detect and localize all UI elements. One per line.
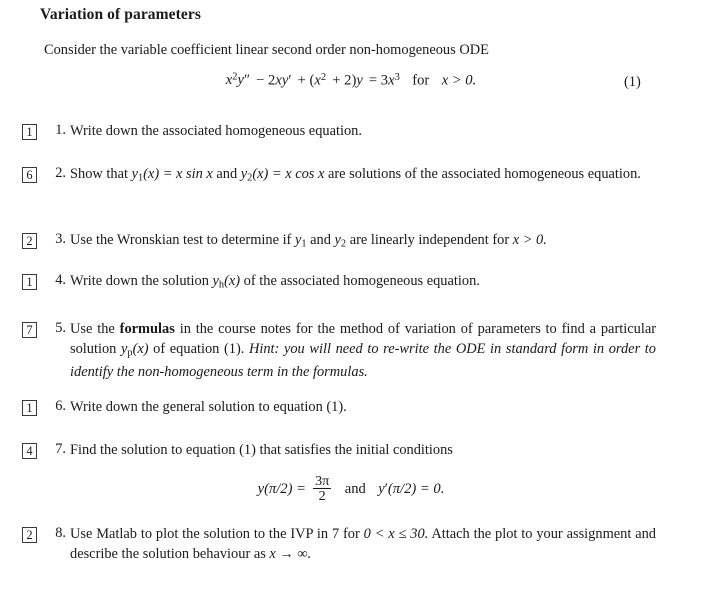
item5-bold-formulas: formulas [119,321,175,337]
item2-part-b: and [212,166,241,182]
item-number-1: 1. [55,122,66,138]
item5-yp: yp(x) [121,340,149,359]
item-text-6: Write down the general solution to equat… [70,399,347,415]
item-number-3: 3. [55,231,66,247]
item4-part-a: Write down the solution [70,273,213,289]
item3-part-c: are linearly independent for [346,232,513,248]
item8-range: 0 < x ≤ 30. [363,526,429,542]
item-text-8: Use Matlab to plot the solution to the I… [70,525,656,564]
equation-term-y: y [356,72,363,89]
marks-box-1: 1 [22,124,37,140]
item3-y1: y1 [294,232,307,250]
equation-term-xy: xy [275,72,289,89]
item3-part-a: Use the Wronskian test to determine if [70,232,295,248]
equation-lhs: x2y″ [225,72,251,89]
main-equation: x2y″ − 2xy′ + (x2 + 2)y = 3x3 for x > 0. [0,72,702,89]
item2-part-c: are solutions of the associated homogene… [324,166,641,182]
item8-part-a: Use Matlab to plot the solution to the I… [70,526,364,542]
item-text-3: Use the Wronskian test to determine if y… [70,231,656,254]
ic-frac-denominator: 2 [318,488,326,505]
item5-hint-label: Hint: [248,340,280,357]
item3-part-b: and [306,232,335,248]
marks-box-2: 6 [22,167,37,183]
item4-yh: yh(x) [212,273,241,291]
document-page: Variation of parameters Consider the var… [0,0,702,594]
equation-op-3: + 2) [332,72,357,89]
equation-op-2: + ( [297,72,315,89]
item-text-4: Write down the solution yh(x) of the ass… [70,272,656,295]
item-number-6: 6. [55,398,66,414]
problem-item-8: 2 8. Use Matlab to plot the solution to … [22,525,656,564]
item-text-2: Show that y1(x) = x sin x and y2(x) = x … [70,165,656,188]
problem-item-3: 2 3. Use the Wronskian test to determine… [22,231,656,254]
item8-limit: x → ∞. [269,545,312,562]
marks-box-7: 4 [22,443,37,459]
intro-paragraph: Consider the variable coefficient linear… [44,42,489,58]
item3-y2: y2 [334,232,347,250]
problem-item-2: 6 2. Show that y1(x) = x sin x and y2(x)… [22,165,656,188]
item-text-5: Use the formulas in the course notes for… [70,320,656,382]
item3-condition: x > 0. [512,232,547,248]
item-text-7: Find the solution to equation (1) that s… [70,442,453,458]
item-number-4: 4. [55,272,66,288]
ic-frac-numerator: 3π [315,473,330,489]
equation-op-1: − 2 [256,72,276,89]
marks-box-8: 2 [22,527,37,543]
marks-box-6: 1 [22,400,37,416]
item-number-2: 2. [55,165,66,181]
equation-prime-1: ′ [288,72,292,89]
problem-item-5: 7 5. Use the formulas in the course note… [22,320,656,382]
item2-y2: y2(x) = x cos x [240,166,325,184]
page-title: Variation of parameters [40,6,202,23]
item-number-7: 7. [55,441,66,457]
marks-box-5: 7 [22,322,37,338]
problem-item-1: 1 1. Write down the associated homogeneo… [22,122,656,142]
item4-part-b: of the associated homogeneous equation. [240,273,480,289]
item2-part-a: Show that [70,166,132,182]
problem-item-4: 1 4. Write down the solution yh(x) of th… [22,272,656,295]
equation-rhs-coef: = 3 [368,72,389,89]
equation-number: (1) [624,74,641,90]
ic-fraction: 3π 2 [313,473,332,505]
item5-part-a: Use the [70,321,120,337]
item-number-5: 5. [55,320,66,336]
item-text-1: Write down the associated homogeneous eq… [70,123,362,139]
equation-condition-for: for [412,72,430,89]
equation-sup-3: 3 [394,72,400,83]
item2-y1: y1(x) = x sin x [131,166,213,184]
ic-lhs: y(π/2) = [257,481,306,498]
initial-conditions-equation: y(π/2) = 3π 2 and y′(π/2) = 0. [0,474,702,504]
ic-conjunction: and [344,481,366,498]
marks-box-4: 1 [22,274,37,290]
ic-rhs: y′(π/2) = 0. [378,481,445,498]
item5-part-c: of equation (1). [148,340,245,357]
equation-sup-2: 2 [320,72,327,83]
item-number-8: 8. [55,525,66,541]
problem-item-6: 1 6. Write down the general solution to … [22,398,656,418]
marks-box-3: 2 [22,233,37,249]
problem-item-7: 4 7. Find the solution to equation (1) t… [22,441,656,461]
equation-condition: x > 0. [441,72,477,89]
